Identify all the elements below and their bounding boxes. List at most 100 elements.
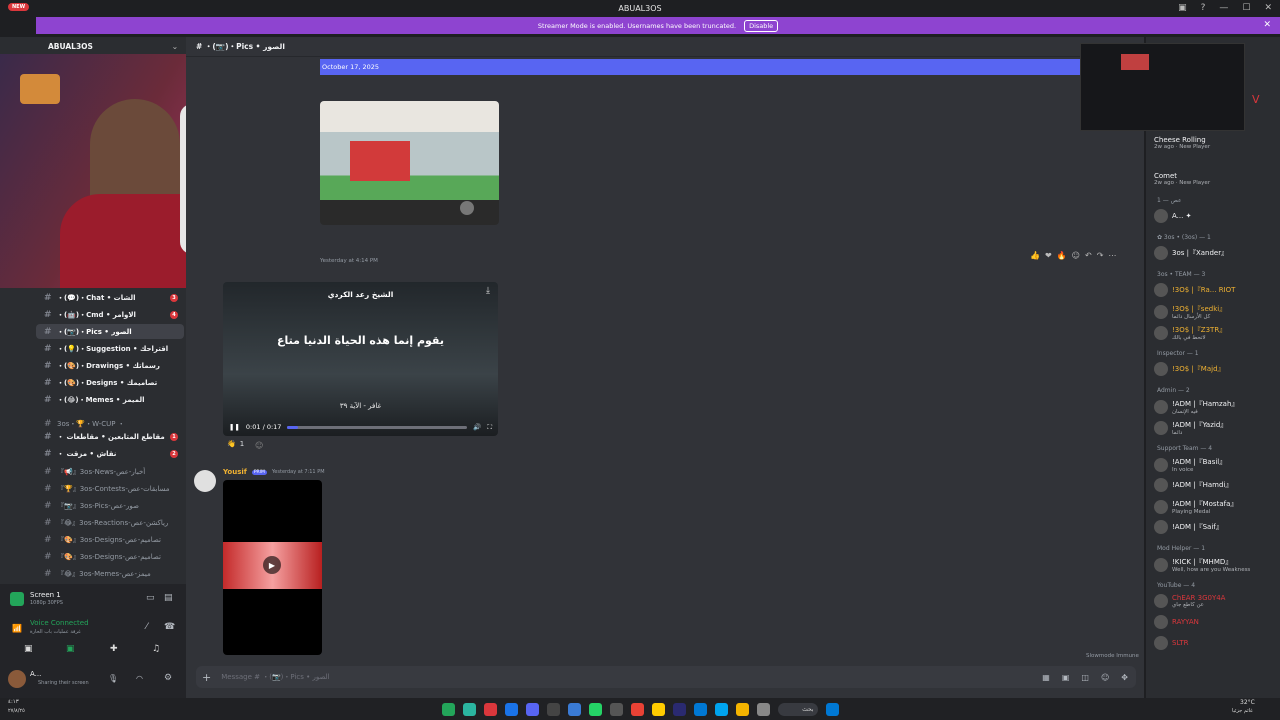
headphones-icon[interactable]: ◠	[136, 674, 143, 683]
close-button[interactable]: ✕	[1264, 3, 1272, 13]
message-input[interactable]: Message # ・(📷)・Pics • الصور	[221, 672, 329, 682]
channel-item[interactable]: # ・(📷)・Pics • الصور	[36, 324, 184, 339]
add-attachment-icon[interactable]: +	[202, 671, 211, 684]
app-icon[interactable]	[441, 702, 455, 716]
channel-item[interactable]: # ・(😂)・Memes • الميمز	[36, 392, 184, 407]
mic-icon[interactable]: 🎙	[108, 674, 118, 683]
member-entry[interactable]: !ADM |『Saif』	[1154, 520, 1223, 534]
add-reaction-icon[interactable]: ☺	[1072, 251, 1080, 260]
add-reaction-icon[interactable]: ☺	[255, 441, 263, 450]
channel-item[interactable]: # 『📷』3os-Pics-صور-عص	[36, 498, 184, 513]
member-entry[interactable]: RAYYAN	[1154, 615, 1199, 629]
discord-icon[interactable]	[525, 702, 539, 716]
member-entry[interactable]: ChEAR 3G0Y4A عن كاطع جاي	[1154, 594, 1225, 608]
apps-icon[interactable]: ✥	[1121, 673, 1128, 682]
member-entry[interactable]: !3O$ |『Majd』	[1154, 362, 1225, 376]
forward-icon[interactable]: ↷	[1097, 251, 1104, 260]
download-icon[interactable]: ⤓	[486, 286, 490, 296]
game-screenshot-image[interactable]	[320, 101, 499, 225]
banner-close-icon[interactable]: ✕	[1263, 20, 1271, 30]
app-icon[interactable]	[714, 702, 728, 716]
noise-suppression-icon[interactable]: ⁄	[146, 622, 148, 632]
channel-item[interactable]: # ・(💡)・Suggestion • اقتراحك	[36, 341, 184, 356]
premiere-icon[interactable]	[672, 702, 686, 716]
app-icon[interactable]	[483, 702, 497, 716]
camera-icon[interactable]: ▣	[24, 644, 33, 654]
reaction-pill[interactable]: 👋 1	[227, 440, 244, 448]
app-icon[interactable]	[651, 702, 665, 716]
channel-item[interactable]: # ・(🎨)・Drawings • رسماتك	[36, 358, 184, 373]
server-header[interactable]: ABUAL3OS ⌄	[0, 37, 186, 55]
chrome-icon[interactable]	[630, 702, 644, 716]
member-entry[interactable]: !ADM |『Yazid』 دائما	[1154, 420, 1227, 436]
fullscreen-icon[interactable]: ⛶	[487, 423, 492, 432]
app-icon[interactable]	[756, 702, 770, 716]
app-icon[interactable]	[546, 702, 560, 716]
member-entry[interactable]: !ADM |『Hamdi』	[1154, 478, 1232, 492]
gift-icon[interactable]: ▦	[1042, 673, 1050, 682]
activity-icon[interactable]: ✚	[110, 644, 118, 654]
play-icon[interactable]: ▶	[263, 556, 281, 574]
avatar[interactable]	[194, 470, 216, 492]
channel-item[interactable]: # ・(🤖)・Cmd • الاوامر 4	[36, 307, 184, 322]
member-entry[interactable]: !3O$ |『sedki』 كل الأرسال دائما	[1154, 304, 1226, 320]
channel-item[interactable]: # ・ مقاطع المتابعين • مقاطعات 1	[36, 429, 184, 444]
fire-icon[interactable]: 🔥	[1057, 251, 1067, 260]
app-icon[interactable]	[462, 702, 476, 716]
app-icon[interactable]	[609, 702, 623, 716]
channel-item[interactable]: # 『🏆』3os-Contests-مسابقات-عص	[36, 481, 184, 496]
settings-gear-icon[interactable]: ⚙	[164, 673, 172, 683]
channel-item[interactable]: # ・ نقاش • مزقت 2	[36, 446, 184, 461]
member-entry[interactable]: A... ✦	[1154, 209, 1191, 223]
thumbs-up-icon[interactable]: 👍	[1030, 251, 1040, 260]
channel-item[interactable]: # 『🎨』3os-Designs-تصاميم-عص	[36, 532, 184, 547]
activity-entry[interactable]: Cheese Rolling 2w ago · New Player	[1154, 136, 1210, 150]
share-screen-icon[interactable]: ▣	[66, 644, 75, 654]
disconnect-icon[interactable]: ☎	[164, 622, 175, 632]
taskbar-search[interactable]: بحث	[777, 702, 818, 716]
channel-item[interactable]: # 『🎨』3os-Designs-تصاميم-عص	[36, 549, 184, 564]
activity-entry[interactable]: Comet 2w ago · New Player	[1154, 172, 1210, 186]
minimize-button[interactable]: —	[1219, 3, 1228, 13]
channel-item[interactable]: # ・(💬)・Chat • الشات 3	[36, 290, 184, 305]
member-entry[interactable]: !ADM |『Mostafa』 Playing Medal	[1154, 499, 1237, 515]
channel-item[interactable]: # 『📢』3os-News-أخبار-عص	[36, 464, 184, 479]
start-icon[interactable]	[825, 702, 839, 716]
more-icon[interactable]: ⋯	[1108, 251, 1116, 260]
inbox-icon[interactable]: ▣	[1178, 3, 1187, 13]
channel-item[interactable]: # 『😂』3os-Reactions-رياكشن-عص	[36, 515, 184, 530]
whatsapp-icon[interactable]	[588, 702, 602, 716]
stop-stream-icon[interactable]: ▤	[164, 593, 173, 603]
reply-icon[interactable]: ↶	[1085, 251, 1092, 260]
member-entry[interactable]: !ADM |『Basil』 In voice	[1154, 457, 1226, 473]
video-player[interactable]: الشيخ رعد الكردي يقوم إنما هذه الحياة ال…	[223, 282, 498, 436]
app-icon[interactable]	[567, 702, 581, 716]
author-name[interactable]: Yousif	[223, 468, 247, 476]
disable-button[interactable]: Disable	[744, 19, 779, 32]
video-attachment[interactable]: ▶	[223, 480, 322, 655]
help-icon[interactable]: ?	[1201, 3, 1206, 13]
message-input-bar[interactable]: + Message # ・(📷)・Pics • الصور ▦ ▣ ◫ ☺ ✥	[196, 666, 1136, 688]
member-entry[interactable]: !ADM |『Hamzah』 فيه الإنسان	[1154, 399, 1238, 415]
channel-item[interactable]: # ・(🎨)・Designs • تصاميمك	[36, 375, 184, 390]
popout-icon[interactable]: ▭	[146, 593, 155, 603]
heart-icon[interactable]: ❤	[1045, 251, 1052, 260]
avatar[interactable]	[8, 670, 26, 688]
member-entry[interactable]: !3O$ |『Ra... RIOT	[1154, 283, 1235, 297]
video-progress-bar[interactable]	[287, 425, 468, 429]
maximize-button[interactable]: ☐	[1242, 3, 1250, 13]
gif-icon[interactable]: ▣	[1062, 673, 1070, 682]
channel-item[interactable]: # 『😂』3os-Memes-ميمز-عص	[36, 566, 184, 581]
member-entry[interactable]: !3O$ |『Z3TR』 لاتحط في بالك	[1154, 325, 1226, 341]
emoji-icon[interactable]: ☺	[1101, 673, 1109, 682]
folder-icon[interactable]	[735, 702, 749, 716]
member-entry[interactable]: 3os |『Xander』	[1154, 246, 1228, 260]
app-icon[interactable]	[504, 702, 518, 716]
chevron-down-icon[interactable]: ⌄	[172, 42, 178, 51]
voice-connected-label[interactable]: Voice Connected	[30, 619, 89, 627]
pause-icon[interactable]: ❚❚	[229, 423, 240, 431]
soundboard-icon[interactable]: ♫	[152, 644, 160, 654]
member-entry[interactable]: SLTR	[1154, 636, 1189, 650]
sticker-icon[interactable]: ◫	[1081, 673, 1089, 682]
volume-icon[interactable]: 🔊	[473, 423, 481, 431]
